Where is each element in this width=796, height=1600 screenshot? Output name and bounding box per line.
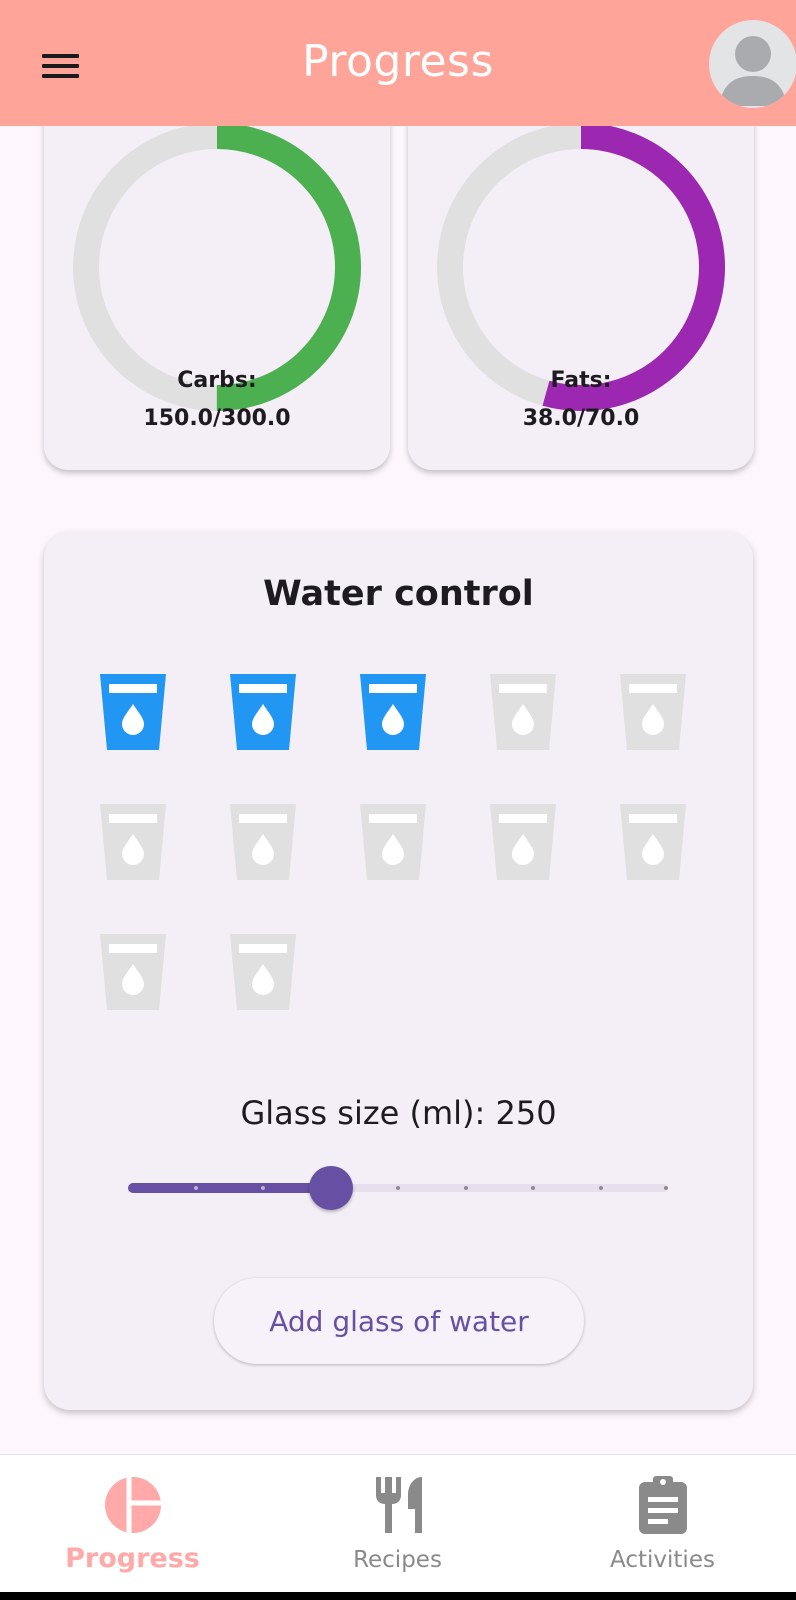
- slider-thumb[interactable]: [308, 1166, 353, 1210]
- nav-item-activities[interactable]: Activities: [530, 1455, 795, 1593]
- slider-tick: [531, 1186, 535, 1190]
- slider-tick: [193, 1186, 198, 1190]
- glass-size-label: Glass size (ml): 250: [240, 1094, 557, 1132]
- nav-item-recipes[interactable]: Recipes: [265, 1455, 530, 1593]
- slider-active-track: [128, 1183, 331, 1193]
- water-glass-icon[interactable]: [360, 804, 426, 880]
- nav-label-progress: Progress: [65, 1543, 200, 1574]
- carbs-label: Carbs:: [177, 368, 257, 393]
- water-glass-icon[interactable]: [360, 674, 426, 750]
- glass-size-slider[interactable]: [128, 1164, 668, 1212]
- water-glass-icon[interactable]: [230, 804, 296, 880]
- fats-value: 38.0/70.0: [522, 406, 640, 431]
- fats-label: Fats:: [550, 368, 612, 393]
- clipboard-icon: [638, 1476, 687, 1534]
- water-glass-icon[interactable]: [230, 674, 296, 750]
- water-control-card: Water control Glass size (ml): 250 Add g…: [44, 532, 753, 1410]
- slider-tick: [598, 1186, 603, 1190]
- water-glass-icon[interactable]: [100, 934, 166, 1010]
- system-home-bar: [0, 1592, 796, 1600]
- carbs-value: 150.0/300.0: [143, 406, 291, 431]
- account-circle-icon[interactable]: [709, 20, 796, 108]
- bottom-navigation-bar: Progress Recipes Activities: [0, 1454, 796, 1600]
- nav-label-activities: Activities: [610, 1547, 715, 1573]
- slider-tick: [261, 1186, 265, 1190]
- water-glass-icon[interactable]: [620, 804, 686, 880]
- water-glass-icon[interactable]: [490, 804, 556, 880]
- water-glass-icon[interactable]: [620, 674, 686, 750]
- nav-item-progress[interactable]: Progress: [0, 1455, 265, 1593]
- slider-tick: [664, 1186, 668, 1190]
- restaurant-icon: [375, 1477, 422, 1533]
- water-glass-icon[interactable]: [490, 674, 556, 750]
- add-glass-of-water-button[interactable]: Add glass of water: [214, 1278, 584, 1364]
- water-glass-icon[interactable]: [100, 804, 166, 880]
- water-control-title: Water control: [263, 574, 534, 614]
- page-title: Progress: [302, 36, 494, 87]
- water-glass-icon[interactable]: [230, 934, 296, 1010]
- water-glass-icon[interactable]: [100, 674, 166, 750]
- nav-label-recipes: Recipes: [353, 1547, 442, 1573]
- slider-tick: [396, 1186, 400, 1190]
- slider-tick: [463, 1186, 468, 1190]
- app-bar: Progress: [0, 0, 796, 126]
- fats-card: Fats: 38.0/70.0: [408, 80, 754, 470]
- carbs-card: Carbs: 150.0/300.0: [44, 80, 390, 470]
- pie-chart-icon: [104, 1477, 161, 1533]
